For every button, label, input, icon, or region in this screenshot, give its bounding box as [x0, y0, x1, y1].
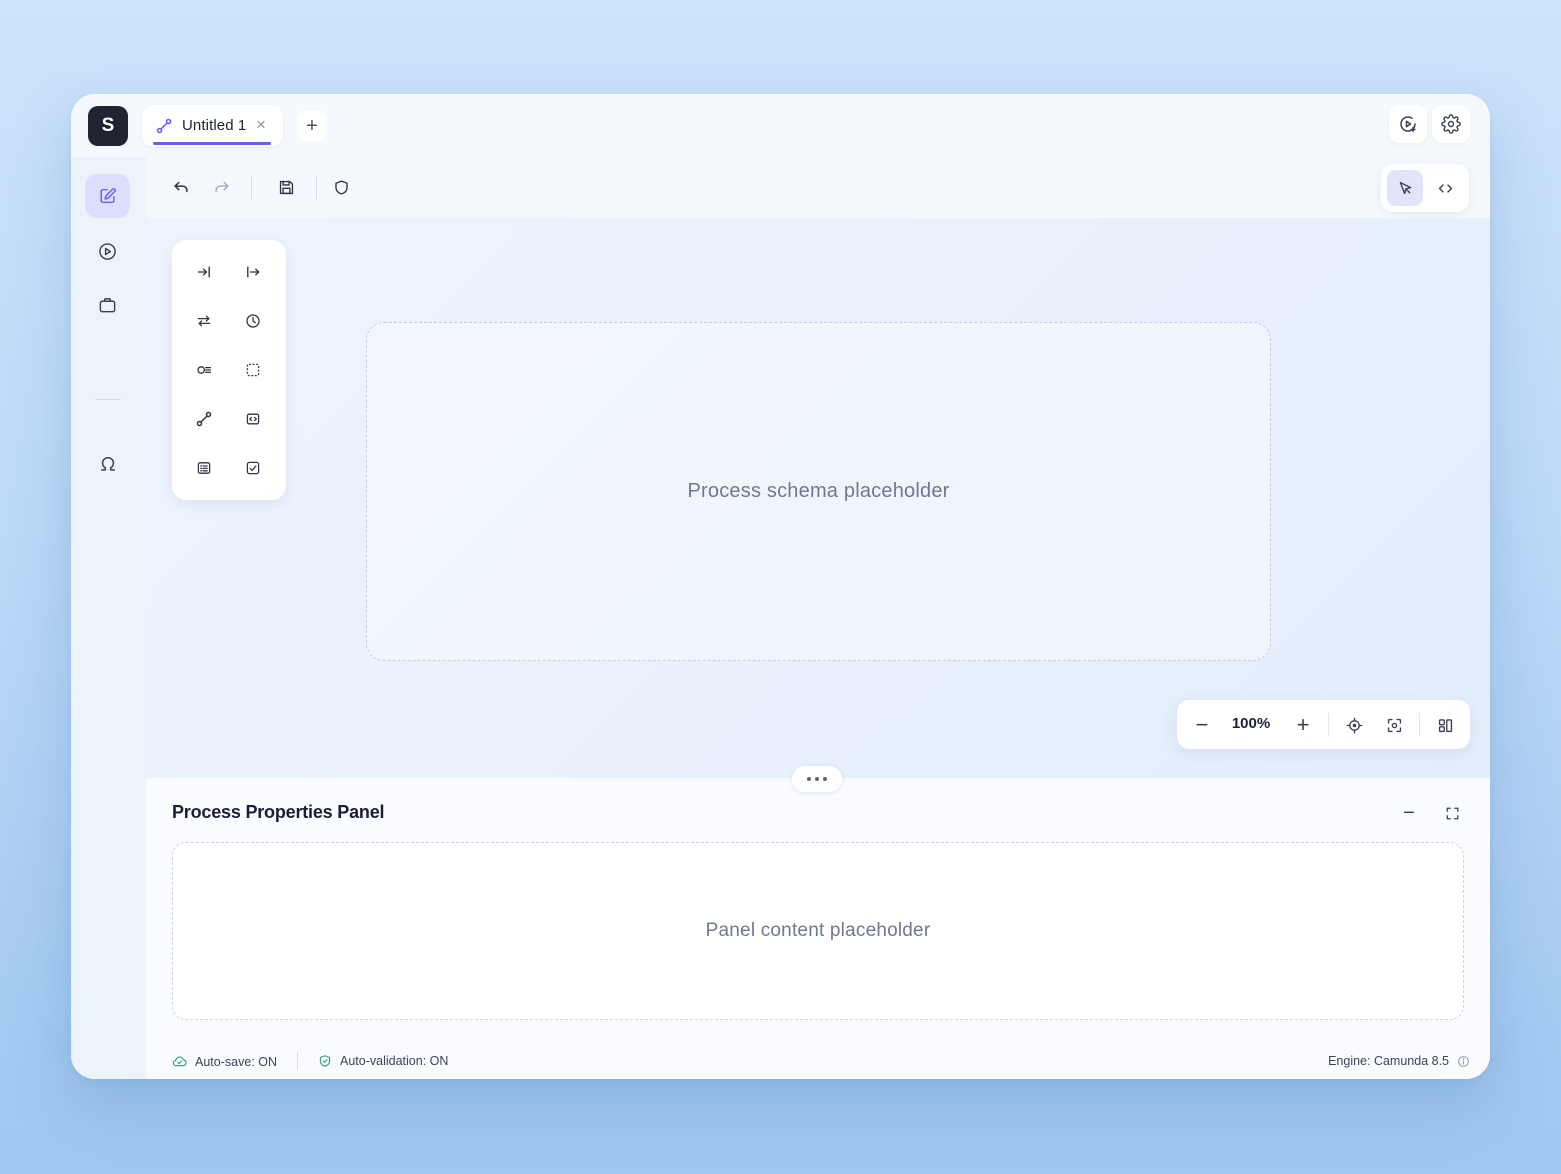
palette-gateway[interactable]: [186, 352, 222, 388]
element-palette: [172, 240, 286, 500]
zoom-level: 100%: [1231, 715, 1271, 732]
zoom-in-button[interactable]: +: [1290, 712, 1316, 738]
status-divider: [297, 1052, 298, 1070]
cloud-check-icon: [172, 1054, 187, 1069]
properties-panel: Process Properties Panel − Panel content…: [146, 766, 1490, 1079]
fit-view-button[interactable]: [1381, 712, 1407, 738]
connection-icon: [196, 411, 212, 427]
sidebar-divider: [95, 399, 121, 400]
autosave-label: Auto-save: ON: [195, 1054, 277, 1069]
edit-icon: [99, 187, 117, 205]
minimap-button[interactable]: [1432, 712, 1458, 738]
exchange-icon: [196, 313, 212, 329]
toolbar-divider: [251, 175, 252, 199]
save-button[interactable]: [274, 175, 298, 199]
sidebar-item-symbols[interactable]: [85, 442, 130, 486]
gateway-icon: [196, 362, 212, 378]
expand-panel-button[interactable]: [1439, 800, 1465, 826]
toolbar: [146, 157, 1490, 218]
handle-dot: [823, 777, 827, 781]
add-tab-button[interactable]: +: [297, 111, 327, 141]
palette-end-event[interactable]: [235, 254, 271, 290]
sidebar-item-projects[interactable]: [85, 283, 130, 327]
autosave-status: Auto-save: ON: [172, 1054, 277, 1069]
tab-untitled-1[interactable]: Untitled 1 ×: [142, 105, 283, 147]
list-icon: [196, 460, 212, 476]
palette-selection[interactable]: [235, 352, 271, 388]
layout-icon: [1437, 717, 1454, 734]
palette-start-event[interactable]: [186, 254, 222, 290]
save-icon: [278, 179, 295, 196]
panel-placeholder: Panel content placeholder: [705, 920, 931, 941]
end-event-icon: [245, 264, 261, 280]
validate-button[interactable]: [329, 175, 353, 199]
timer-icon: [245, 313, 261, 329]
play-icon: [98, 242, 117, 261]
briefcase-icon: [98, 296, 117, 315]
selection-icon: [245, 362, 261, 378]
shield-check-icon: [318, 1054, 332, 1068]
redo-icon: [213, 178, 231, 196]
active-tab-indicator: [153, 142, 271, 145]
shield-icon: [333, 179, 350, 196]
palette-timer[interactable]: [235, 303, 271, 339]
crosshair-icon: [1346, 717, 1363, 734]
zoom-controls: − 100% +: [1177, 700, 1470, 749]
sidebar-item-run[interactable]: [85, 229, 130, 273]
info-icon[interactable]: [1457, 1055, 1470, 1068]
preview-icon: [1398, 114, 1418, 134]
sidebar: [71, 157, 146, 1079]
code-mode-button[interactable]: [1427, 170, 1463, 206]
status-bar: Auto-save: ON Auto-validation: ON Engine…: [146, 1044, 1490, 1079]
process-schema-area[interactable]: Process schema placeholder: [366, 322, 1271, 661]
top-bar: S Untitled 1 × +: [71, 94, 1490, 157]
engine-label: Engine: Camunda 8.5: [1328, 1054, 1449, 1068]
app-logo[interactable]: S: [88, 106, 128, 146]
omega-icon: [99, 455, 117, 473]
panel-content-area: Panel content placeholder: [172, 842, 1464, 1020]
autovalidation-label: Auto-validation: ON: [340, 1054, 449, 1068]
fit-view-icon: [1386, 717, 1403, 734]
close-tab-icon[interactable]: ×: [256, 115, 266, 135]
zoom-divider: [1328, 713, 1329, 737]
sidebar-item-edit[interactable]: [85, 174, 130, 218]
preview-button[interactable]: [1389, 105, 1427, 143]
tab-label: Untitled 1: [182, 117, 247, 134]
palette-exchange[interactable]: [186, 303, 222, 339]
script-icon: [245, 411, 261, 427]
engine-status: Engine: Camunda 8.5: [1328, 1054, 1470, 1068]
panel-resize-handle[interactable]: [792, 766, 842, 792]
process-canvas[interactable]: Process schema placeholder − 100% +: [146, 218, 1490, 778]
schema-placeholder: Process schema placeholder: [687, 480, 950, 502]
code-icon: [1437, 180, 1454, 197]
connection-icon: [156, 118, 172, 134]
mode-switcher: [1381, 164, 1469, 212]
center-button[interactable]: [1341, 712, 1367, 738]
panel-title: Process Properties Panel: [172, 802, 385, 822]
task-icon: [245, 460, 261, 476]
undo-button[interactable]: [169, 175, 193, 199]
pointer-icon: [1397, 180, 1414, 197]
handle-dot: [815, 777, 819, 781]
start-event-icon: [196, 264, 212, 280]
zoom-divider: [1419, 713, 1420, 737]
settings-icon: [1441, 114, 1461, 134]
app-window: S Untitled 1 × + Process schema placehol…: [71, 94, 1490, 1079]
pointer-mode-button[interactable]: [1387, 170, 1423, 206]
minimize-panel-button[interactable]: −: [1396, 800, 1422, 826]
redo-button[interactable]: [210, 175, 234, 199]
autovalidation-status: Auto-validation: ON: [318, 1054, 448, 1068]
palette-connection[interactable]: [186, 401, 222, 437]
palette-script[interactable]: [235, 401, 271, 437]
expand-icon: [1445, 806, 1460, 821]
palette-list[interactable]: [186, 450, 222, 486]
handle-dot: [807, 777, 811, 781]
undo-icon: [172, 178, 190, 196]
settings-button[interactable]: [1432, 105, 1470, 143]
toolbar-divider: [316, 175, 317, 199]
palette-task[interactable]: [235, 450, 271, 486]
zoom-out-button[interactable]: −: [1189, 712, 1215, 738]
